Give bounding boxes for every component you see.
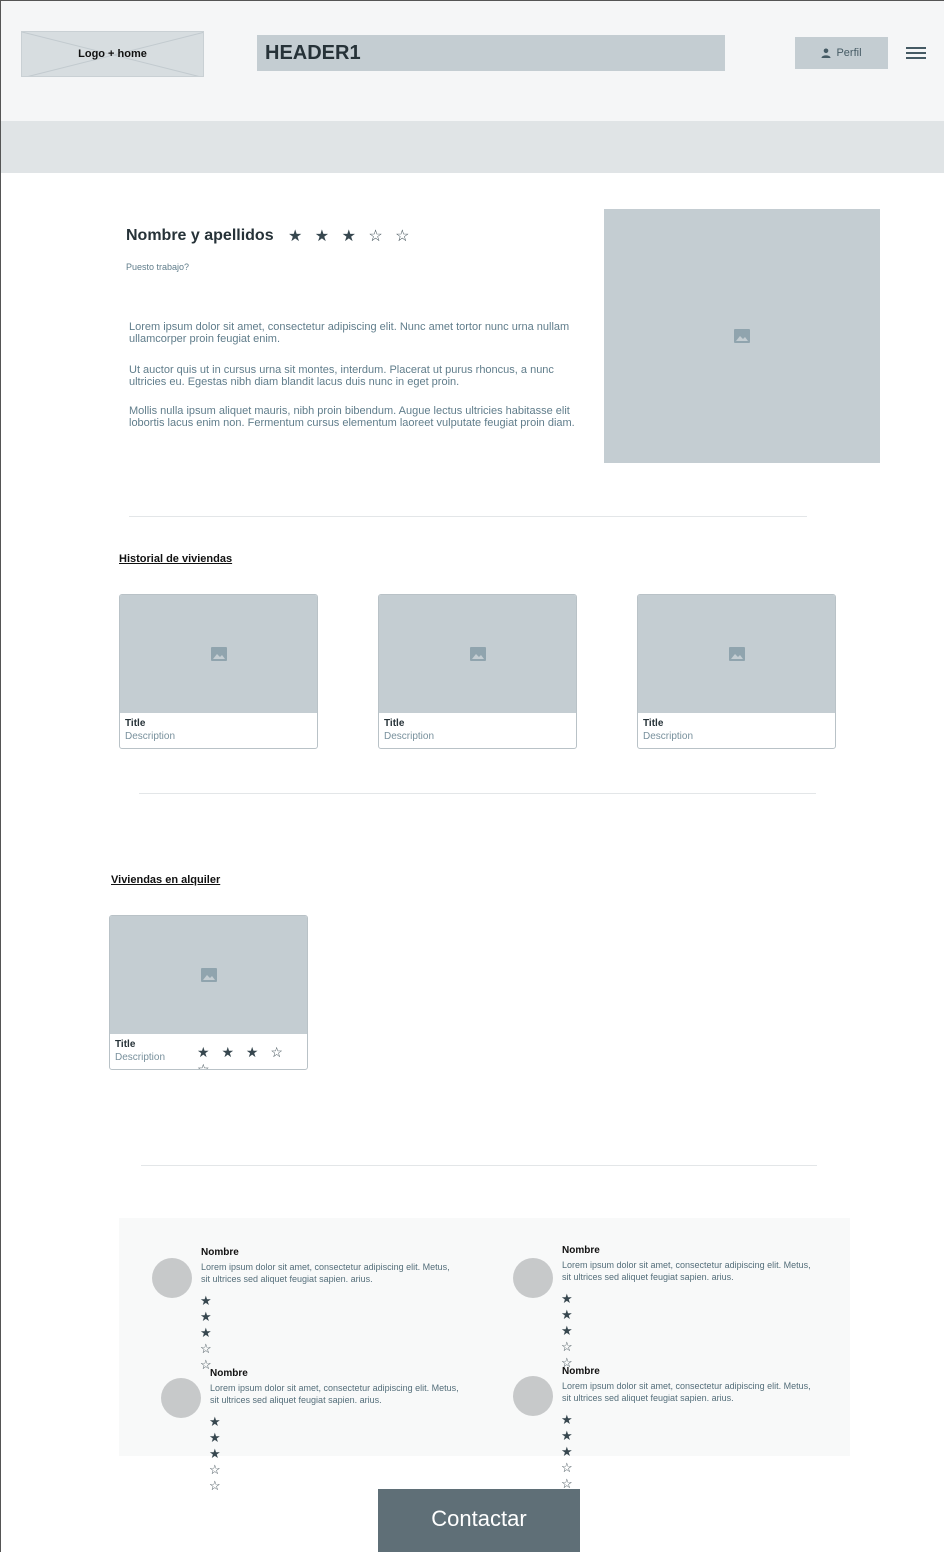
profile-rating-stars: ★ ★ ★ ☆ ☆ — [288, 228, 414, 245]
user-icon — [821, 48, 831, 58]
card-title: Title — [115, 1039, 136, 1050]
section-divider — [129, 516, 807, 517]
card-description: Description — [125, 731, 176, 742]
review-text: Lorem ipsum dolor sit amet, consectetur … — [562, 1381, 811, 1403]
contactar-button[interactable]: Contactar — [378, 1489, 580, 1552]
card-title: Title — [125, 718, 146, 729]
review-rating-stars: ★ ★ ★ ☆ ☆ — [200, 1293, 215, 1372]
review-name: Nombre — [562, 1245, 600, 1256]
header-title: HEADER1 — [257, 35, 725, 71]
review-name: Nombre — [210, 1368, 248, 1379]
historial-card[interactable]: Title Description — [119, 594, 318, 749]
card-description: Description — [643, 731, 694, 742]
review-rating-stars: ★ ★ ★ ☆ ☆ — [209, 1414, 224, 1493]
card-image — [638, 595, 835, 713]
card-image — [120, 595, 317, 713]
image-icon — [469, 647, 486, 661]
section-divider — [139, 793, 816, 794]
logo-home-link[interactable]: Logo + home — [21, 31, 204, 77]
review-rating-stars: ★ ★ ★ ☆ ☆ — [561, 1412, 576, 1491]
hamburger-menu-button[interactable] — [905, 42, 927, 64]
card-description: Description — [384, 731, 435, 742]
card-description: Description — [115, 1052, 166, 1063]
reviews-section: Nombre Lorem ipsum dolor sit amet, conse… — [119, 1218, 850, 1493]
historial-card[interactable]: Title Description — [378, 594, 577, 749]
card-title: Title — [384, 718, 405, 729]
logo-label: Logo + home — [78, 48, 147, 60]
card-title: Title — [643, 718, 664, 729]
alquiler-title: Viviendas en alquiler — [111, 874, 221, 886]
avatar — [513, 1258, 553, 1298]
review-text: Lorem ipsum dolor sit amet, consectetur … — [210, 1383, 459, 1405]
review-name: Nombre — [201, 1247, 239, 1258]
perfil-label: Perfil — [836, 47, 862, 59]
card-rating-stars: ★ ★ ★ ☆ ☆ — [197, 1044, 287, 1070]
menu-icon — [906, 47, 926, 59]
profile-paragraph: Mollis nulla ipsum aliquet mauris, nibh … — [129, 405, 575, 429]
historial-title: Historial de viviendas — [119, 553, 233, 565]
profile-paragraph: Lorem ipsum dolor sit amet, consectetur … — [129, 321, 570, 345]
avatar — [513, 1376, 553, 1416]
profile-role: Puesto trabajo? — [126, 262, 190, 272]
avatar — [152, 1258, 192, 1298]
profile-photo — [604, 209, 880, 463]
section-divider — [141, 1165, 817, 1166]
avatar — [161, 1378, 201, 1418]
review-text: Lorem ipsum dolor sit amet, consectetur … — [562, 1260, 811, 1282]
review-name: Nombre — [562, 1366, 600, 1377]
alquiler-card[interactable]: Title Description ★ ★ ★ ☆ ☆ — [109, 915, 308, 1070]
sub-header-bar — [1, 121, 944, 173]
header: Logo + home HEADER1 Perfil — [1, 1, 944, 121]
image-icon — [728, 647, 745, 661]
image-icon — [210, 647, 227, 661]
page: Logo + home HEADER1 Perfil Nombre y apel… — [0, 0, 944, 1552]
perfil-button[interactable]: Perfil — [795, 37, 888, 69]
image-icon — [734, 329, 750, 343]
review-rating-stars: ★ ★ ★ ☆ ☆ — [561, 1291, 576, 1370]
card-image — [110, 916, 307, 1034]
card-image — [379, 595, 576, 713]
image-icon — [200, 968, 217, 982]
review-text: Lorem ipsum dolor sit amet, consectetur … — [201, 1262, 450, 1284]
profile-paragraph: Ut auctor quis ut in cursus urna sit mon… — [129, 364, 554, 388]
historial-card[interactable]: Title Description — [637, 594, 836, 749]
profile-name: Nombre y apellidos — [126, 227, 274, 244]
